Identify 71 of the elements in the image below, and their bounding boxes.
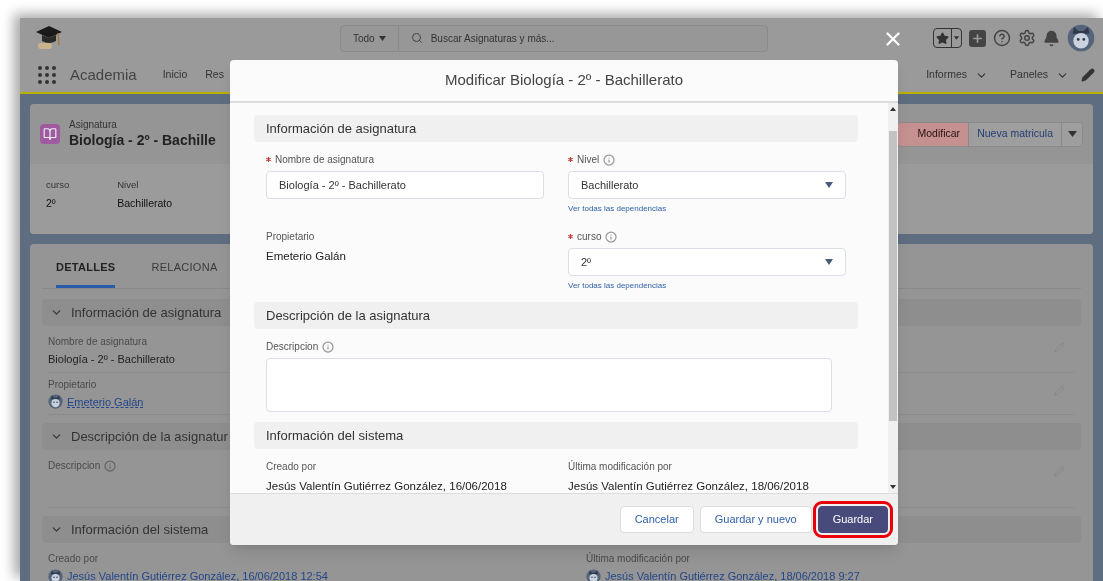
caret-icon [1067,131,1077,137]
info-icon[interactable] [322,340,335,353]
scroll-up-icon[interactable] [890,107,896,111]
scroll-down-icon[interactable] [890,485,896,489]
select-field[interactable]: 2º [568,248,846,276]
nav-tab[interactable]: Res [205,67,224,83]
info-icon[interactable] [603,153,616,166]
field-label: Nivel [577,153,600,167]
field-label: Creado por [266,460,317,474]
dependencies-link[interactable]: Ver todas las dependencias [568,203,846,215]
caret-icon [951,29,961,47]
field-label: Nombre de asignatura [275,153,374,167]
field-value: Jesús Valentín Gutiérrez González, 18/06/2018 [568,479,810,493]
dialog-button[interactable]: Cancelar [619,506,694,533]
graduation-cap-icon[interactable] [34,25,64,51]
field-label: Última modificación por [568,459,672,474]
dialog-title: Modificar Biología - 2º - Bachillerato [444,70,684,91]
field-label: Creado por [48,552,99,566]
dialog-button[interactable]: Guardar y nuevo [699,506,812,533]
scrollbar[interactable] [888,103,898,493]
field-label: curso [46,178,70,192]
nav-tab[interactable]: Paneles [1010,67,1069,83]
section-header: Información de asignatura [254,115,858,142]
favorites-button[interactable] [933,28,962,48]
dependencies-link[interactable]: Ver todas las dependencias [568,280,846,292]
notifications-icon[interactable] [1043,29,1060,47]
select-field[interactable]: Bachillerato [568,171,846,199]
settings-icon[interactable] [1018,29,1036,47]
field-label: Propietario [48,377,97,392]
nav-tab[interactable]: Inicio [162,67,188,83]
field-label: Nombre de asignatura [48,335,147,349]
text-input[interactable]: Biología - 2º - Bachillerato [266,171,544,199]
add-icon[interactable] [969,29,986,47]
field-value: Emeterio Galán [266,249,347,264]
field-label: curso [577,230,602,244]
avatar-icon [586,568,601,581]
app-name: Academia [70,64,137,85]
field-value: 2º [46,196,57,212]
tab[interactable]: DETALLES [56,258,116,288]
field-label: Nivel [117,178,140,192]
help-icon[interactable] [993,29,1011,47]
caret-icon [825,182,833,188]
field-label: Última modificación por [586,551,690,566]
field-label: Descripcion [48,459,101,473]
avatar-icon [48,394,63,410]
star-icon [936,31,949,45]
avatar-icon [1067,24,1095,52]
action-button[interactable]: Nueva matricula [969,122,1062,146]
record-title: Biología - 2º - Bachille [69,131,216,149]
field-label: Propietario [266,230,315,244]
tab[interactable]: RELACIONA [151,258,218,288]
avatar-icon [48,568,63,581]
section-header: Información del sistema [254,422,858,449]
edit-icon[interactable] [1081,68,1095,82]
field-label: Descripcion [266,340,319,354]
field-value: Biología - 2º - Bachillerato [48,352,176,367]
field-value: Bachillerato [117,196,173,212]
app-launcher-icon[interactable] [38,66,56,84]
field-value: Jesús Valentín Gutiérrez González, 16/06/2018 [266,479,508,493]
book-icon [40,124,60,144]
user-link[interactable]: Jesús Valentín Gutiérrez González, 18/06/2018 9:27 [605,568,860,581]
user-link[interactable]: Emeterio Galán [67,393,144,410]
more-actions-button[interactable] [1062,122,1082,146]
nav-tab[interactable]: Informes [926,67,989,83]
caret-icon [825,259,833,265]
section-header: Descripción de la asignatura [254,302,858,329]
info-icon[interactable] [104,459,117,472]
action-button[interactable]: Modificar [897,122,970,146]
record-type: Asignatura [69,119,118,132]
info-icon[interactable] [605,230,618,243]
user-link[interactable]: Jesús Valentín Gutiérrez González, 16/06/2018 12:54 [67,568,328,581]
